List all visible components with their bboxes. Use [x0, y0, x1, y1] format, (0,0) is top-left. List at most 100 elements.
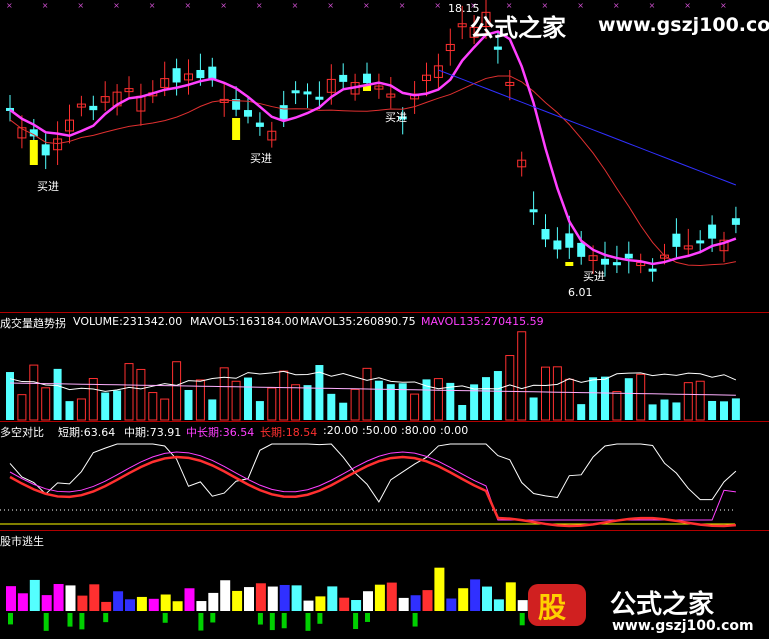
candle-body — [624, 253, 633, 259]
volume-bar — [517, 331, 527, 421]
highlight-candle — [565, 262, 574, 266]
volume-chart — [6, 331, 740, 421]
candle-body — [493, 46, 502, 50]
escape-bar — [148, 598, 159, 611]
escape-bar — [458, 588, 469, 611]
volume-bar — [124, 363, 134, 421]
mavol5-value: MAVOL5:163184.00 — [190, 315, 299, 328]
escape-bar — [470, 579, 481, 611]
escape-bar-down — [317, 613, 323, 624]
candle-body — [553, 240, 562, 250]
short-term-line — [9, 443, 737, 503]
escape-bar — [41, 595, 52, 611]
escape-bar — [53, 583, 64, 611]
candle-body — [244, 110, 252, 117]
escape-bar-down — [210, 613, 216, 623]
escape-bar-down — [198, 613, 204, 631]
ex-right-marker: × — [42, 1, 49, 10]
escape-bar — [196, 601, 207, 611]
volume-bar — [279, 370, 289, 421]
candle-body — [672, 233, 681, 247]
candle-body — [731, 218, 740, 225]
escape-bar-down — [8, 613, 13, 625]
mavol35-value: MAVOL35:260890.75 — [300, 315, 416, 328]
volume-bar — [17, 394, 27, 421]
candle-body — [196, 69, 205, 79]
candle-body — [601, 258, 609, 265]
volume-bar — [683, 382, 693, 421]
volume-bar — [731, 398, 740, 420]
candle-body — [291, 90, 300, 94]
escape-bar — [446, 598, 457, 611]
low-price-label: 6.01 — [568, 286, 593, 299]
volume-bar — [244, 377, 252, 420]
volume-panel-title: 成交量趋势拐 — [0, 317, 66, 330]
escape-bar-down — [305, 613, 311, 631]
mavol135-value: MAVOL135:270415.59 — [421, 315, 544, 328]
volume-bar — [589, 377, 598, 420]
escape-bar — [65, 585, 76, 611]
volume-bar — [493, 371, 502, 420]
candle-body — [41, 144, 50, 156]
volume-bar — [541, 366, 550, 421]
ex-right-marker: × — [77, 1, 84, 10]
escape-bar — [398, 597, 409, 611]
volume-bar — [577, 404, 586, 420]
escape-bar — [410, 595, 421, 611]
volume-bar — [350, 388, 360, 421]
level-50: :50.00 — [362, 424, 398, 437]
escape-bar-down — [162, 613, 168, 623]
escape-bar — [422, 590, 433, 611]
volume-bar — [184, 389, 193, 420]
level-80: :80.00 — [401, 424, 437, 437]
escape-bar-down — [257, 613, 263, 625]
escape-bar — [505, 582, 516, 611]
escape-bar — [493, 599, 504, 611]
midlong-term-value: 中长期:36.54 — [186, 426, 255, 439]
level-0: :0.00 — [440, 424, 469, 437]
watermark-top: 公式之家 www.gszj100.com — [470, 6, 769, 42]
escape-bar — [232, 590, 243, 611]
escape-bar-down — [281, 613, 287, 629]
watermark-top-url: www.gszj100.com — [598, 14, 769, 36]
candle-body — [648, 268, 657, 272]
escape-bar-down — [412, 613, 418, 627]
ex-right-marker: × — [327, 1, 334, 10]
escape-bar — [315, 596, 326, 611]
escape-bar — [125, 599, 135, 611]
candle-body — [612, 262, 621, 266]
volume-bar — [505, 355, 515, 421]
volume-bar — [65, 401, 74, 420]
candle-body — [577, 242, 586, 257]
ex-right-marker: × — [185, 1, 192, 10]
volume-bar — [720, 401, 728, 420]
escape-bar — [279, 584, 290, 611]
price-panel: × × × × × × × × × × × × × × × × × × × × × 18.15 6.01 买进 买进 买… — [0, 0, 769, 312]
volume-bar — [291, 384, 301, 421]
candle-body — [315, 96, 324, 100]
ex-right-marker: × — [292, 1, 299, 10]
buy-signal-2: 买进 — [250, 152, 272, 165]
volume-value: VOLUME:231342.00 — [73, 315, 183, 328]
volume-bar — [76, 398, 86, 421]
mid-term-value: 中期:73.91 — [124, 426, 182, 439]
candle-body — [696, 240, 705, 244]
escape-bar — [434, 567, 445, 611]
escape-bar — [291, 585, 302, 611]
candle-body — [279, 105, 288, 121]
volume-bar — [612, 391, 622, 421]
escape-bar — [160, 594, 171, 611]
escape-bar-down — [353, 613, 359, 630]
escape-bar — [89, 584, 100, 611]
volume-bar — [374, 380, 383, 420]
escape-bar-down — [103, 613, 109, 623]
badge-text: 股 — [538, 591, 567, 624]
volume-bar — [208, 399, 217, 420]
escape-bar — [255, 583, 266, 611]
volume-bar — [458, 404, 467, 420]
ex-right-marker: × — [363, 1, 370, 10]
candle-body — [303, 91, 312, 95]
level-20: :20.00 — [323, 424, 359, 437]
escape-bar-down — [269, 613, 275, 631]
volume-bar — [327, 393, 336, 420]
